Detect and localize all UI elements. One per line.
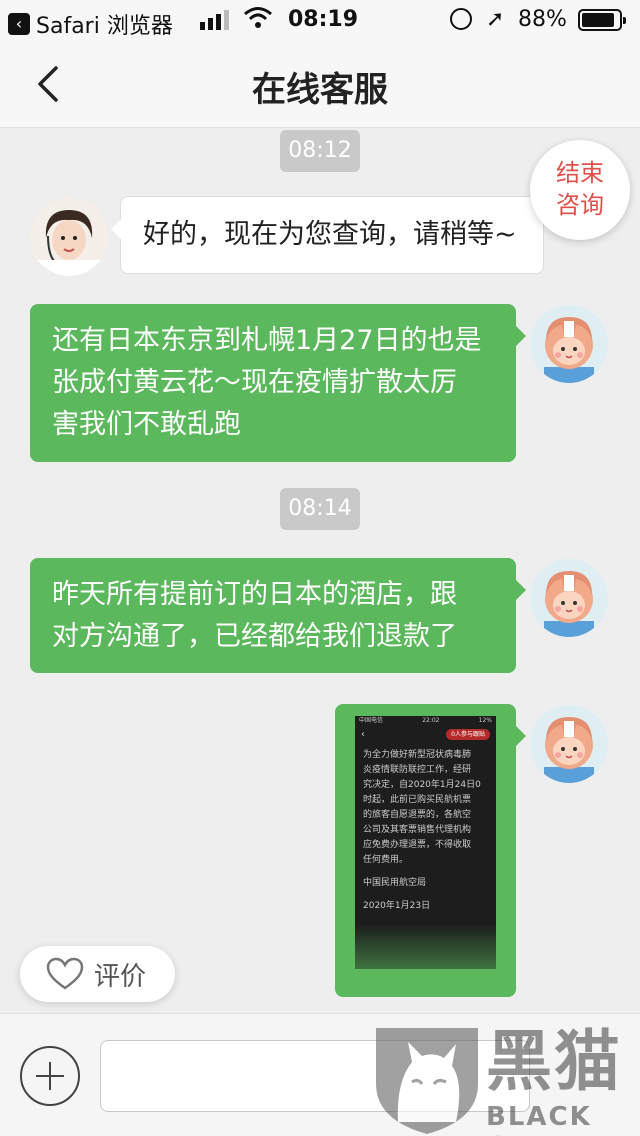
end-consult-label-1: 结束 (556, 159, 604, 187)
message-line: 昨天所有提前订的日本的酒店，跟 (52, 579, 457, 610)
rate-label: 评价 (94, 961, 147, 992)
timestamp: 08:14 (280, 488, 360, 530)
screenshot-line: 为全力做好新型冠状病毒肺 (363, 750, 472, 760)
screenshot-battery: 12% (478, 717, 492, 724)
user-avatar[interactable] (530, 305, 608, 383)
incoming-message[interactable]: 好的，现在为您查询，请稍等~ (111, 196, 544, 274)
screenshot-fade (355, 924, 496, 969)
screenshot-header: ‹ 0人参与跟贴 (355, 726, 496, 744)
back-app-label: Safari 浏览器 (36, 14, 173, 39)
screenshot-status-bar: 中国电信 22:02 12% (355, 716, 496, 726)
composer-bar (0, 1013, 640, 1136)
user-avatar-icon (530, 705, 608, 783)
message-input[interactable] (100, 1040, 530, 1112)
rate-button[interactable]: 评价 (20, 946, 175, 1002)
message-text: 好的，现在为您查询，请稍等~ (143, 219, 517, 250)
location-icon: ➚ (486, 7, 505, 32)
outgoing-message[interactable]: 还有日本东京到札幌1月27日的也是 张成付黄云花～现在疫情扩散太厉 害我们不敢乱… (30, 304, 526, 462)
plus-icon[interactable] (20, 1046, 80, 1106)
user-avatar[interactable] (530, 559, 608, 637)
timestamp: 08:12 (280, 130, 360, 172)
chat-area[interactable]: 08:12 好的，现在为您查询，请稍等~ 结束 咨询 还有日本东京到札幌1月27… (0, 128, 640, 1013)
wifi-icon (244, 7, 272, 28)
screenshot-body: 为全力做好新型冠状病毒肺 炎疫情联防联控工作，经研 究决定，自2020年1月24… (355, 744, 496, 868)
attached-screenshot[interactable]: 中国电信 22:02 12% ‹ 0人参与跟贴 为全力做好新型冠状病毒肺 炎疫情… (355, 716, 496, 969)
screenshot-badge: 0人参与跟贴 (446, 729, 490, 740)
screenshot-line: 任何费用。 (363, 855, 409, 865)
battery-fill (582, 13, 614, 27)
back-to-app-link[interactable]: ‹ Safari 浏览器 (8, 8, 173, 40)
screenshot-line: 的旅客自愿退票的，各航空 (363, 810, 472, 820)
agent-avatar-icon (30, 198, 108, 276)
screenshot-carrier: 中国电信 (359, 717, 384, 724)
user-avatar-icon (530, 559, 608, 637)
end-consult-button[interactable]: 结束 咨询 (530, 140, 630, 240)
battery-icon (578, 9, 626, 31)
screenshot-line: 炎疫情联防联控工作，经研 (363, 765, 472, 775)
screenshot-line: 应免费办理退票，不得收取 (363, 840, 472, 850)
chevron-left-icon: ‹ (361, 729, 365, 740)
screenshot-line: 公司及其客票销售代理机构 (363, 825, 472, 835)
agent-avatar[interactable] (30, 198, 108, 276)
rotation-lock-icon (450, 8, 472, 30)
screenshot-time: 22:02 (422, 717, 440, 724)
end-consult-label-2: 咨询 (556, 191, 604, 219)
message-line: 害我们不敢乱跑 (52, 409, 241, 440)
screenshot-date: 2020年1月23日 (363, 901, 431, 911)
back-arrow-icon: ‹ (8, 13, 30, 35)
message-line: 还有日本东京到札幌1月27日的也是 (52, 325, 482, 356)
message-line: 张成付黄云花～现在疫情扩散太厉 (52, 367, 457, 398)
signal-icon (200, 10, 229, 30)
user-avatar[interactable] (530, 705, 608, 783)
nav-bar: 在线客服 (0, 40, 640, 128)
outgoing-message[interactable]: 昨天所有提前订的日本的酒店，跟 对方沟通了，已经都给我们退款了 (30, 558, 526, 673)
heart-icon (46, 957, 84, 990)
outgoing-image-message[interactable]: 中国电信 22:02 12% ‹ 0人参与跟贴 为全力做好新型冠状病毒肺 炎疫情… (335, 704, 526, 997)
screenshot-org: 中国民用航空局 (363, 878, 427, 888)
user-avatar-icon (530, 305, 608, 383)
status-bar: ‹ Safari 浏览器 08:19 ➚ 88% (0, 0, 640, 40)
screenshot-line: 时起，此前已购买民航机票 (363, 795, 472, 805)
message-line: 对方沟通了，已经都给我们退款了 (52, 621, 457, 652)
battery-percent: 88% (518, 7, 567, 32)
status-time: 08:19 (288, 7, 359, 32)
page-title: 在线客服 (252, 70, 388, 110)
screenshot-line: 究决定，自2020年1月24日0 (363, 780, 481, 790)
